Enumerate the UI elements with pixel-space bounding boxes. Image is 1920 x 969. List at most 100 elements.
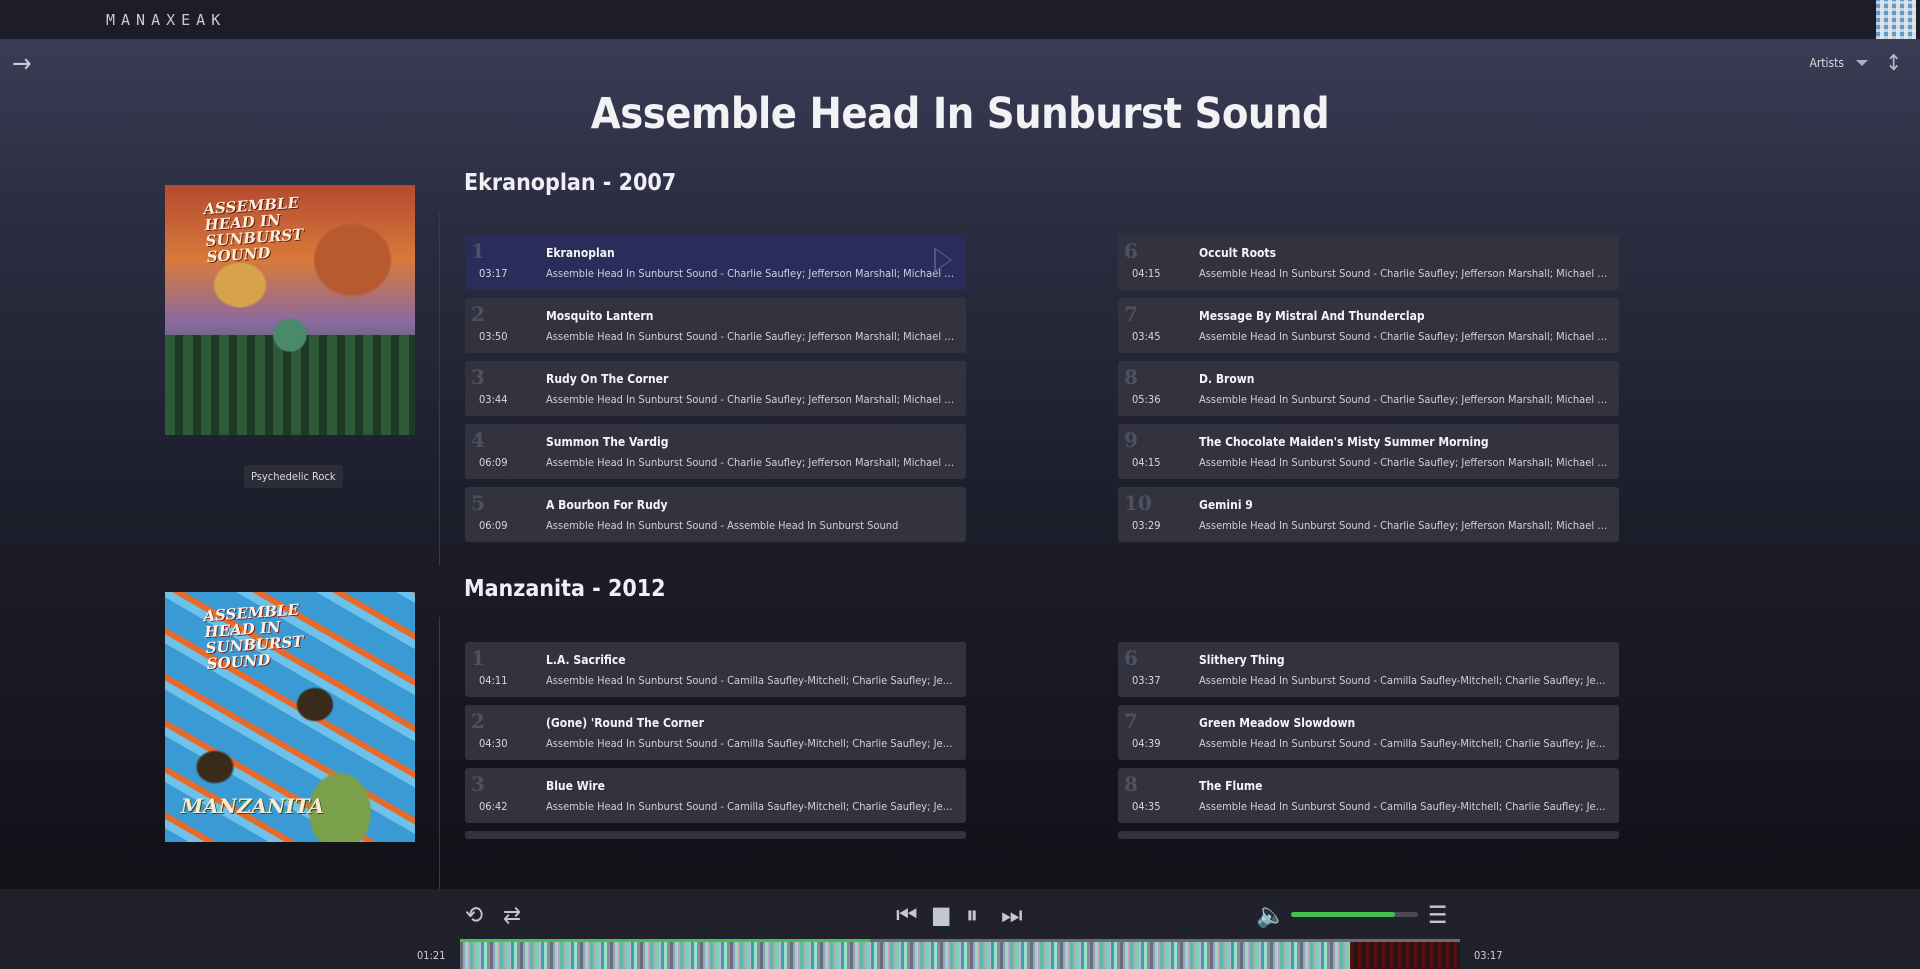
track-title: Blue Wire (546, 779, 605, 793)
repeat-icon[interactable]: ⟲ (465, 903, 483, 927)
track-duration: 03:17 (479, 267, 508, 280)
track-duration: 04:15 (1132, 456, 1161, 469)
track-artists: Assemble Head In Sunburst Sound - Assemb… (546, 519, 899, 532)
track-title: Message By Mistral And Thunderclap (1199, 309, 1425, 323)
track-number: 6 (1124, 239, 1138, 263)
track-artists: Assemble Head In Sunburst Sound - Camill… (546, 737, 956, 750)
track-row[interactable]: 10 03:29 Gemini 9 Assemble Head In Sunburst… (1118, 487, 1619, 542)
album-heading[interactable]: Ekranoplan - 2007 (464, 170, 676, 196)
track-row[interactable]: 6 03:37 Slithery Thing Assemble Head In Sun… (1118, 642, 1619, 697)
track-row[interactable] (1118, 831, 1619, 839)
track-row[interactable]: 3 03:44 Rudy On The Corner Assemble Head In… (465, 361, 966, 416)
track-row[interactable] (465, 831, 966, 839)
track-row[interactable]: 1 03:17 Ekranoplan Assemble Head In Sunburs… (465, 235, 966, 290)
track-number: 2 (471, 302, 485, 326)
track-row[interactable]: 9 04:15 The Chocolate Maiden's Misty Summe… (1118, 424, 1619, 479)
track-artists: Assemble Head In Sunburst Sound - Camill… (546, 674, 956, 687)
track-number: 9 (1124, 428, 1138, 452)
volume-fill (1291, 912, 1396, 917)
track-title: Ekranoplan (546, 246, 615, 260)
track-artists: Assemble Head In Sunburst Sound - Charli… (546, 330, 956, 343)
track-duration: 06:42 (479, 800, 508, 813)
top-bar: MANAXEAK (0, 0, 1920, 39)
track-row[interactable]: 1 04:11 L.A. Sacrifice Assemble Head In Sun… (465, 642, 966, 697)
progress-remaining (870, 939, 1460, 942)
track-row[interactable]: 8 04:35 The Flume Assemble Head In Sunburst… (1118, 768, 1619, 823)
waveform-tail (1350, 941, 1460, 969)
track-artists: Assemble Head In Sunburst Sound - Charli… (546, 267, 956, 280)
sort-select[interactable]: Artists (1809, 56, 1868, 70)
track-duration: 03:37 (1132, 674, 1161, 687)
queue-icon[interactable]: ☰ (1428, 903, 1447, 927)
album-cover[interactable]: ASSEMBLE HEAD IN SUNBURST SOUND (165, 185, 415, 435)
track-title: D. Brown (1199, 372, 1255, 386)
total-time: 03:17 (1474, 949, 1503, 962)
next-icon[interactable]: ⏭ (1001, 903, 1023, 927)
previous-icon[interactable]: ⏮ (896, 903, 918, 927)
waveform-seek-bar[interactable] (460, 941, 1460, 969)
track-row[interactable]: 7 03:45 Message By Mistral And Thunderclap… (1118, 298, 1619, 353)
elapsed-time: 01:21 (417, 949, 446, 962)
track-row[interactable]: 2 04:30 (Gone) 'Round The Corner Assemble H… (465, 705, 966, 760)
play-icon[interactable] (934, 247, 952, 273)
track-title: Summon The Vardig (546, 435, 669, 449)
track-number: 7 (1124, 709, 1138, 733)
pause-icon[interactable]: ⏸ (966, 903, 978, 927)
track-duration: 03:44 (479, 393, 508, 406)
track-title: Green Meadow Slowdown (1199, 716, 1356, 730)
track-duration: 04:35 (1132, 800, 1161, 813)
track-number: 6 (1124, 646, 1138, 670)
track-duration: 04:30 (479, 737, 508, 750)
track-row[interactable]: 3 06:42 Blue Wire Assemble Head In Sunburst… (465, 768, 966, 823)
track-row[interactable]: 7 04:39 Green Meadow Slowdown Assemble Head… (1118, 705, 1619, 760)
genre-badge[interactable]: Psychedelic Rock (244, 465, 343, 488)
track-duration: 03:50 (479, 330, 508, 343)
track-number: 10 (1124, 491, 1152, 515)
track-title: L.A. Sacrifice (546, 653, 626, 667)
track-title: Occult Roots (1199, 246, 1277, 260)
track-row[interactable]: 8 05:36 D. Brown Assemble Head In Sunburst … (1118, 361, 1619, 416)
stop-icon[interactable]: ■ (931, 903, 951, 927)
track-artists: Assemble Head In Sunburst Sound - Charli… (546, 393, 956, 406)
volume-slider[interactable] (1291, 912, 1418, 917)
track-title: A Bourbon For Rudy (546, 498, 668, 512)
track-row[interactable]: 6 04:15 Occult Roots Assemble Head In Sunbu… (1118, 235, 1619, 290)
track-artists: Assemble Head In Sunburst Sound - Charli… (1199, 519, 1609, 532)
track-artists: Assemble Head In Sunburst Sound - Charli… (1199, 393, 1609, 406)
track-title: Mosquito Lantern (546, 309, 654, 323)
track-title: Slithery Thing (1199, 653, 1285, 667)
track-number: 3 (471, 772, 485, 796)
vertical-resize-icon[interactable]: ↕ (1885, 51, 1902, 76)
track-artists: Assemble Head In Sunburst Sound - Camill… (1199, 800, 1609, 813)
volume-icon[interactable]: 🔈 (1256, 903, 1286, 927)
back-arrow-icon[interactable]: → (12, 51, 38, 77)
qr-code-icon[interactable] (1876, 0, 1916, 39)
shuffle-icon[interactable]: ⇄ (503, 903, 521, 927)
track-number: 3 (471, 365, 485, 389)
track-row[interactable]: 4 06:09 Summon The Vardig Assemble Head In … (465, 424, 966, 479)
app-logo[interactable]: MANAXEAK (106, 11, 226, 29)
track-title: (Gone) 'Round The Corner (546, 716, 704, 730)
sort-select-label: Artists (1809, 56, 1844, 70)
track-title: Gemini 9 (1199, 498, 1253, 512)
track-title: The Chocolate Maiden's Misty Summer Morn… (1199, 435, 1489, 449)
track-number: 2 (471, 709, 485, 733)
track-artists: Assemble Head In Sunburst Sound - Charli… (1199, 330, 1609, 343)
track-artists: Assemble Head In Sunburst Sound - Camill… (546, 800, 956, 813)
cover-lettering: ASSEMBLE HEAD IN SUNBURST SOUND (202, 600, 304, 674)
album-cover[interactable]: ASSEMBLE HEAD IN SUNBURST SOUND MANZANIT… (165, 592, 415, 842)
track-row[interactable]: 2 03:50 Mosquito Lantern Assemble Head In S… (465, 298, 966, 353)
track-artists: Assemble Head In Sunburst Sound - Charli… (1199, 456, 1609, 469)
track-row[interactable]: 5 06:09 A Bourbon For Rudy Assemble Head In… (465, 487, 966, 542)
artist-view: → Artists ↕ Assemble Head In Sunburst So… (0, 39, 1920, 889)
track-number: 1 (471, 646, 485, 670)
track-number: 8 (1124, 365, 1138, 389)
track-number: 8 (1124, 772, 1138, 796)
track-number: 4 (471, 428, 485, 452)
track-duration: 06:09 (479, 456, 508, 469)
track-title: Rudy On The Corner (546, 372, 669, 386)
track-number: 1 (471, 239, 485, 263)
artist-title: Assemble Head In Sunburst Sound (590, 89, 1330, 139)
player-bar: ⟲ ⇄ ⏮ ■ ⏸ ⏭ 🔈 ☰ 01:21 03:17 (0, 889, 1920, 969)
album-heading[interactable]: Manzanita - 2012 (464, 576, 666, 602)
